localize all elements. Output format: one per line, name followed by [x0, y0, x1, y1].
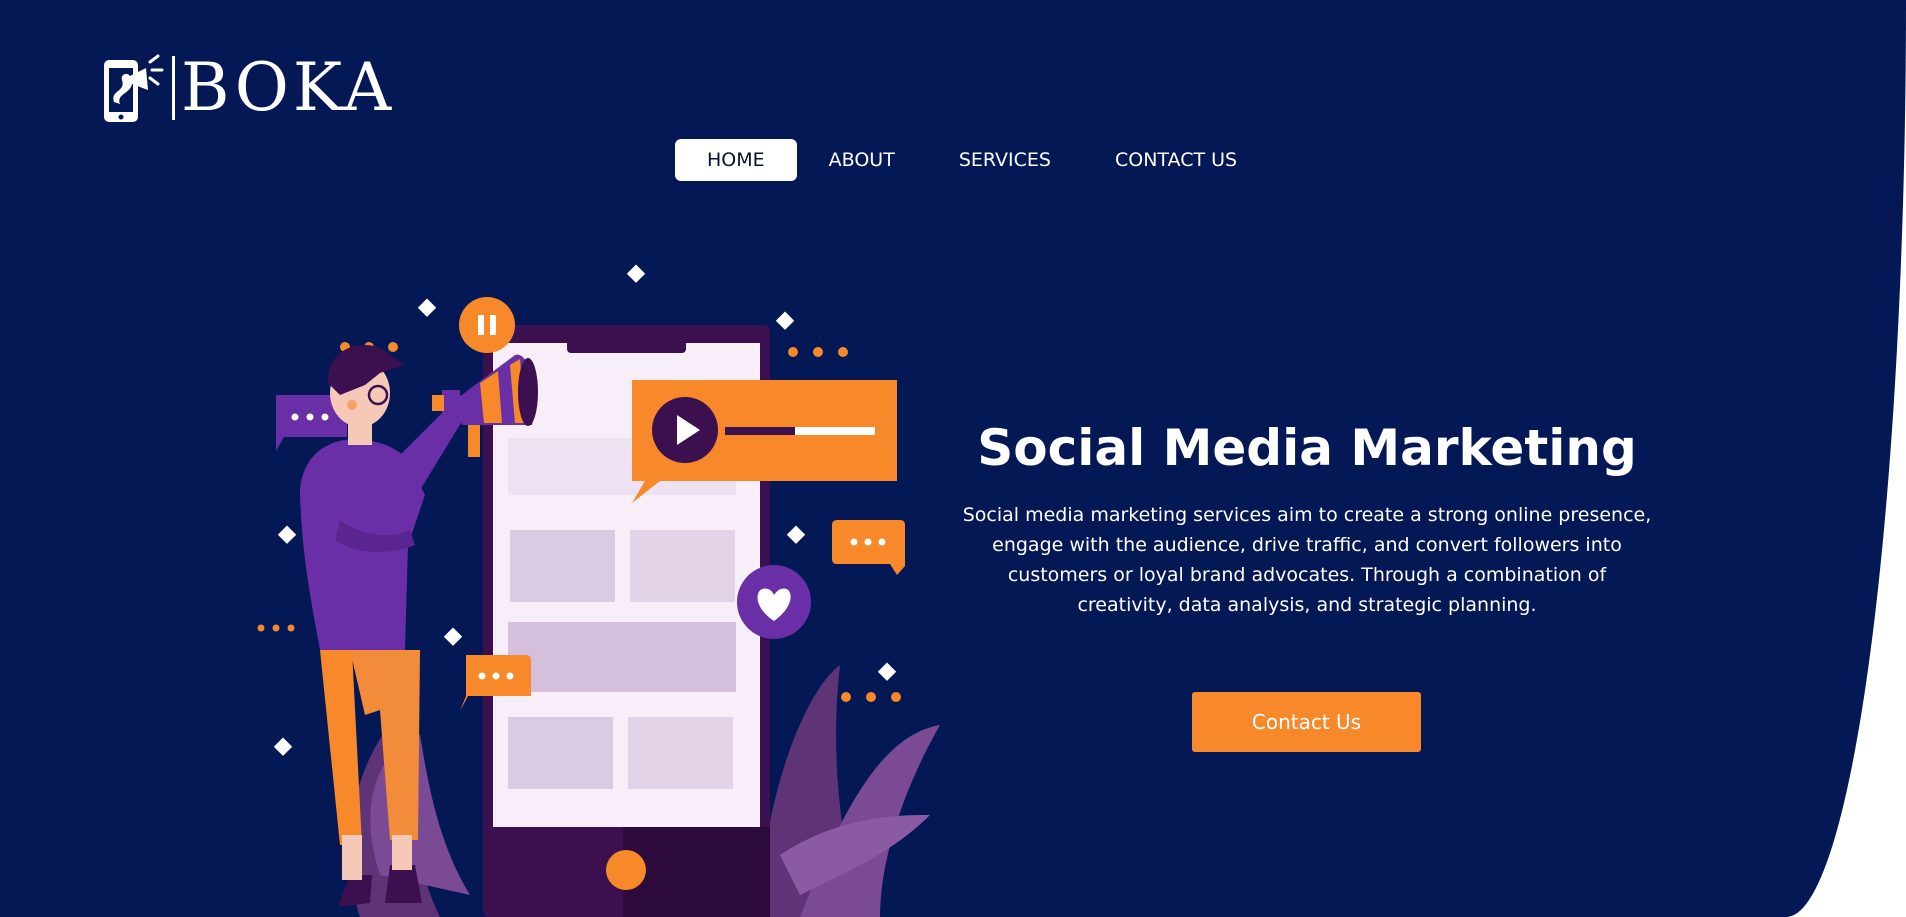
- person-with-megaphone-and-phone-illustration: [257, 264, 940, 917]
- nav-contact-us[interactable]: CONTACT US: [1083, 139, 1269, 181]
- nav-home[interactable]: HOME: [675, 139, 797, 181]
- contact-us-button[interactable]: Contact Us: [1192, 692, 1421, 752]
- brand-logo[interactable]: BOKA: [100, 50, 395, 126]
- hero-content: Social Media Marketing Social media mark…: [960, 419, 1654, 620]
- nav-about[interactable]: ABOUT: [797, 139, 927, 181]
- hero-description: Social media marketing services aim to c…: [962, 503, 1652, 616]
- brand-divider: [172, 56, 175, 120]
- main-nav: HOME ABOUT SERVICES CONTACT US: [675, 139, 1269, 181]
- hero-title: Social Media Marketing: [977, 419, 1637, 477]
- phone-megaphone-icon: [104, 54, 164, 122]
- nav-services[interactable]: SERVICES: [927, 139, 1083, 181]
- brand-name: BOKA: [181, 49, 396, 126]
